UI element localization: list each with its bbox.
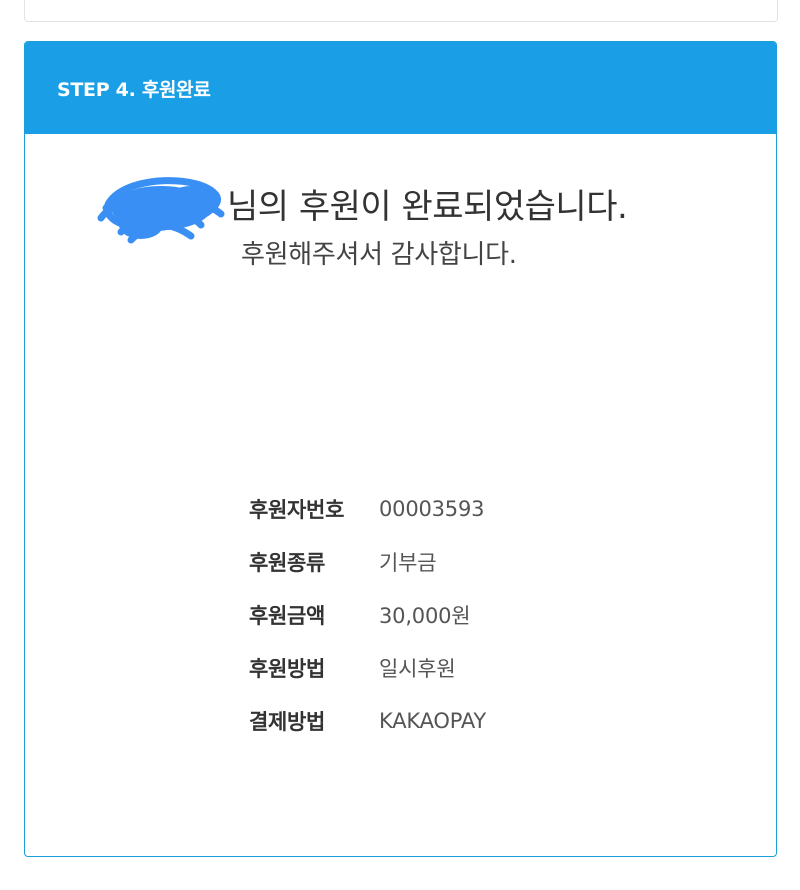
panel-title: STEP 4. 후원완료 [57,78,211,101]
detail-label: 결제방법 [249,709,326,734]
donation-details: 후원자번호 00003593 후원종류 기부금 후원금액 30,000원 후원방… [249,482,486,747]
redacted-name-scribble [97,177,225,244]
detail-label: 후원자번호 [249,497,345,522]
detail-value: 30,000원 [379,603,471,628]
detail-value: 00003593 [379,496,485,521]
detail-value: 기부금 [379,550,437,575]
detail-label: 후원종류 [249,550,326,575]
detail-row-donation-amount: 후원금액 30,000원 [249,588,486,641]
detail-row-donation-type: 후원종류 기부금 [249,535,486,588]
detail-label: 후원금액 [249,603,326,628]
detail-value: KAKAOPAY [379,708,486,733]
detail-label: 후원방법 [249,656,326,681]
detail-value: 일시후원 [379,656,456,681]
step-panel: STEP 4. 후원완료 님의 후원이 완료되었습니다. 후원해주셔서 감사합니… [24,41,777,857]
completion-subline: 후원해주셔서 감사합니다. [241,240,517,270]
detail-row-donor-number: 후원자번호 00003593 [249,482,486,535]
detail-row-donation-method: 후원방법 일시후원 [249,641,486,694]
previous-step-card [24,0,778,22]
detail-row-payment-method: 결제방법 KAKAOPAY [249,694,486,747]
completion-headline: 님의 후원이 완료되었습니다. [227,187,628,227]
panel-header: STEP 4. 후원완료 [25,42,776,134]
